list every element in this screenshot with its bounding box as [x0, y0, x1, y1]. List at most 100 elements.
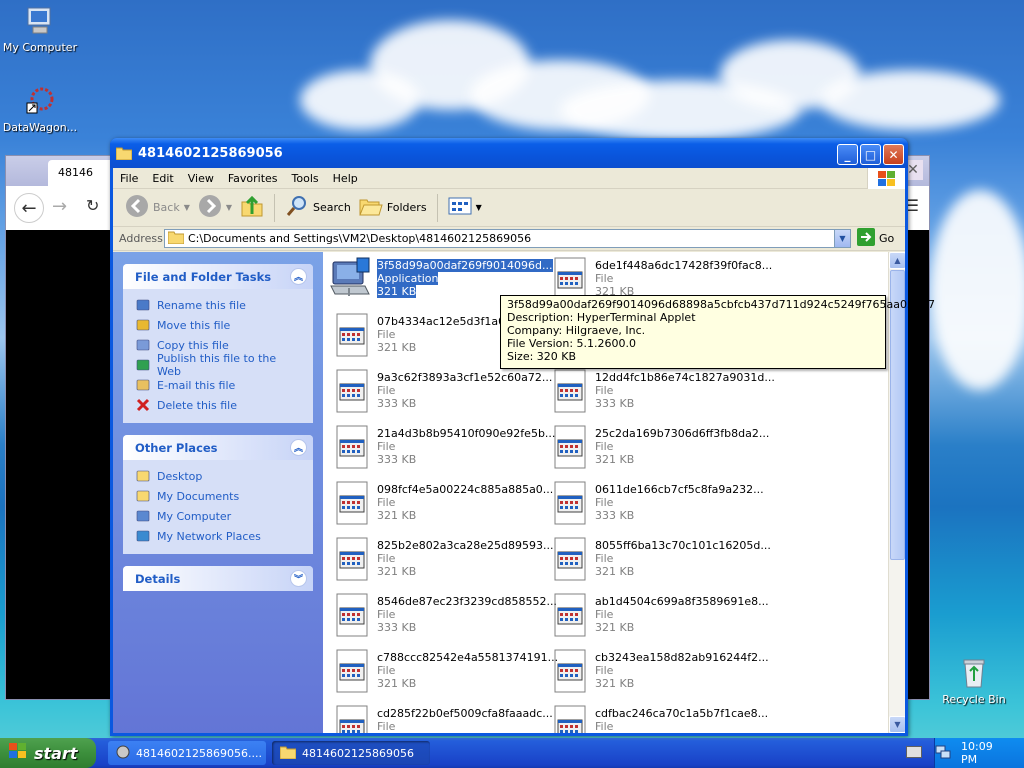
task-link-4[interactable]: E-mail this file	[135, 375, 303, 395]
place-link-3[interactable]: My Network Places	[135, 526, 303, 546]
file-text: 825b2e802a3ca28e25d89593... File 321 KB	[377, 536, 554, 588]
menu-tools[interactable]: Tools	[285, 172, 326, 185]
search-icon	[285, 194, 309, 221]
menu-file[interactable]: File	[113, 172, 145, 185]
file-item[interactable]: 825b2e802a3ca28e25d89593... File 321 KB	[329, 536, 554, 588]
views-button[interactable]: ▼	[444, 196, 486, 219]
file-size: 321 KB	[377, 341, 417, 354]
keyboard-icon[interactable]	[906, 746, 922, 758]
file-item[interactable]: 8546de87ec23f3239cd858552... File 333 KB	[329, 592, 557, 644]
taskbar: start 4814602125869056.... 4814602125869…	[0, 738, 1024, 768]
panel-header[interactable]: File and Folder Tasks ︽	[123, 264, 313, 289]
file-item[interactable]: 9a3c62f3893a3cf1e52c60a72... File 333 KB	[329, 368, 552, 420]
file-item[interactable]: 8055ff6ba13c70c101c16205d... File 321 KB	[547, 536, 771, 588]
address-input[interactable]: C:\Documents and Settings\VM2\Desktop\48…	[164, 229, 851, 248]
menu-edit[interactable]: Edit	[145, 172, 180, 185]
scroll-up-icon[interactable]: ▲	[889, 252, 905, 269]
desktop-icon-datawagon[interactable]: DataWagon...	[0, 84, 80, 134]
menu-favorites[interactable]: Favorites	[221, 172, 285, 185]
browser-tab-title: 48146	[58, 166, 93, 179]
file-item[interactable]: 21a4d3b8b95410f090e92fe5b... File 333 KB	[329, 424, 555, 476]
file-name: ab1d4504c699a8f3589691e8...	[595, 595, 769, 608]
vertical-scrollbar[interactable]: ▲ ▼	[888, 252, 905, 733]
file-item[interactable]: c788ccc82542e4a5581374191... File 321 KB	[329, 648, 558, 700]
generic-file-icon	[547, 704, 589, 733]
toolbar-separator	[274, 193, 276, 222]
taskbar-item-browser[interactable]: 4814602125869056....	[108, 741, 266, 765]
file-item[interactable]: ab1d4504c699a8f3589691e8... File 321 KB	[547, 592, 769, 644]
minimize-button[interactable]: _	[837, 144, 858, 165]
file-type: File	[595, 440, 614, 453]
file-size: 321 KB	[377, 677, 417, 690]
close-button[interactable]: ✕	[883, 144, 904, 165]
folder-icon	[279, 745, 297, 762]
folders-button[interactable]: Folders	[355, 195, 431, 220]
file-size: 321 KB	[595, 621, 635, 634]
address-dropdown-icon[interactable]: ▼	[834, 230, 850, 247]
task-label: My Documents	[157, 489, 240, 503]
file-item[interactable]: 0611de166cb7cf5c8fa9a232... File 333 KB	[547, 480, 764, 532]
back-button[interactable]: Back ▼	[121, 194, 194, 221]
tooltip-size: Size: 320 KB	[507, 350, 577, 363]
network-icon[interactable]	[935, 745, 951, 762]
search-button[interactable]: Search	[281, 194, 355, 221]
task-link-1[interactable]: Move this file	[135, 315, 303, 335]
task-link-5[interactable]: Delete this file	[135, 395, 303, 415]
clock[interactable]: 10:09 PM	[961, 740, 1010, 766]
menu-help[interactable]: Help	[326, 172, 365, 185]
hyperterminal-app-icon	[329, 256, 371, 304]
panel-header[interactable]: Other Places ︽	[123, 435, 313, 460]
maximize-button[interactable]: □	[860, 144, 881, 165]
scroll-down-icon[interactable]: ▼	[889, 716, 905, 733]
desktop-icon-my-computer[interactable]: My Computer	[0, 4, 80, 54]
file-item[interactable]: cdfbac246ca70c1a5b7f1cae8... File	[547, 704, 768, 733]
file-item[interactable]: cd285f22b0ef5009cfa8faaadc... File	[329, 704, 553, 733]
file-name: 21a4d3b8b95410f090e92fe5b...	[377, 427, 556, 440]
file-item[interactable]: 12dd4fc1b86e74c1827a9031d... File 333 KB	[547, 368, 775, 420]
start-button[interactable]: start	[0, 738, 96, 768]
file-name: 8546de87ec23f3239cd858552...	[377, 595, 557, 608]
details-panel: Details ︾	[123, 566, 313, 591]
file-item[interactable]: cb3243ea158d82ab916244f2... File 321 KB	[547, 648, 769, 700]
place-link-1[interactable]: My Documents	[135, 486, 303, 506]
place-link-0[interactable]: Desktop	[135, 466, 303, 486]
up-folder-button[interactable]	[236, 194, 268, 221]
task-pane: File and Folder Tasks ︽ Rename this file…	[113, 252, 323, 733]
browser-back-icon[interactable]: ←	[14, 193, 44, 223]
menu-view[interactable]: View	[181, 172, 221, 185]
taskbar-item-explorer[interactable]: 4814602125869056	[272, 741, 430, 765]
browser-forward-icon[interactable]: →	[52, 196, 67, 217]
collapse-chevron-icon[interactable]: ︽	[290, 268, 307, 285]
panel-header[interactable]: Details ︾	[123, 566, 313, 591]
explorer-window[interactable]: 4814602125869056 _ □ ✕ File Edit View Fa…	[110, 138, 908, 736]
forward-button[interactable]: ▼	[194, 194, 236, 221]
title-bar[interactable]: 4814602125869056 _ □ ✕	[110, 138, 908, 168]
file-name: cdfbac246ca70c1a5b7f1cae8...	[595, 707, 769, 720]
browser-reload-icon[interactable]: ↻	[86, 196, 99, 215]
file-name: c788ccc82542e4a5581374191...	[377, 651, 559, 664]
go-button[interactable]: Go	[857, 228, 894, 249]
expand-chevron-icon[interactable]: ︾	[290, 570, 307, 587]
place-link-2[interactable]: My Computer	[135, 506, 303, 526]
tooltip-company: Company: Hilgraeve, Inc.	[507, 324, 646, 337]
file-size: 333 KB	[377, 397, 417, 410]
file-text: 12dd4fc1b86e74c1827a9031d... File 333 KB	[595, 368, 775, 420]
desktop-icon-recycle-bin[interactable]: Recycle Bin	[934, 656, 1014, 706]
file-item[interactable]: 098fcf4e5a00224c885a885a0... File 321 KB	[329, 480, 553, 532]
task-link-0[interactable]: Rename this file	[135, 295, 303, 315]
chevron-down-icon: ▼	[475, 203, 482, 212]
address-label: Address	[119, 232, 163, 245]
go-arrow-icon	[857, 228, 875, 249]
generic-file-icon	[547, 368, 589, 416]
task-label: Publish this file to the Web	[157, 352, 277, 378]
panel-title: Other Places	[135, 440, 218, 455]
file-size: 321 KB	[377, 509, 417, 522]
scroll-thumb[interactable]	[890, 270, 905, 560]
file-name: 098fcf4e5a00224c885a885a0...	[377, 483, 554, 496]
folders-icon	[359, 195, 383, 220]
task-link-3[interactable]: Publish this file to the Web	[135, 352, 303, 378]
file-item[interactable]: 25c2da169b7306d6ff3fb8da2... File 321 KB	[547, 424, 769, 476]
collapse-chevron-icon[interactable]: ︽	[290, 439, 307, 456]
window-content: File Edit View Favorites Tools Help Back…	[113, 168, 905, 733]
file-name: 07b4334ac12e5d3f1a0e8	[377, 315, 519, 328]
